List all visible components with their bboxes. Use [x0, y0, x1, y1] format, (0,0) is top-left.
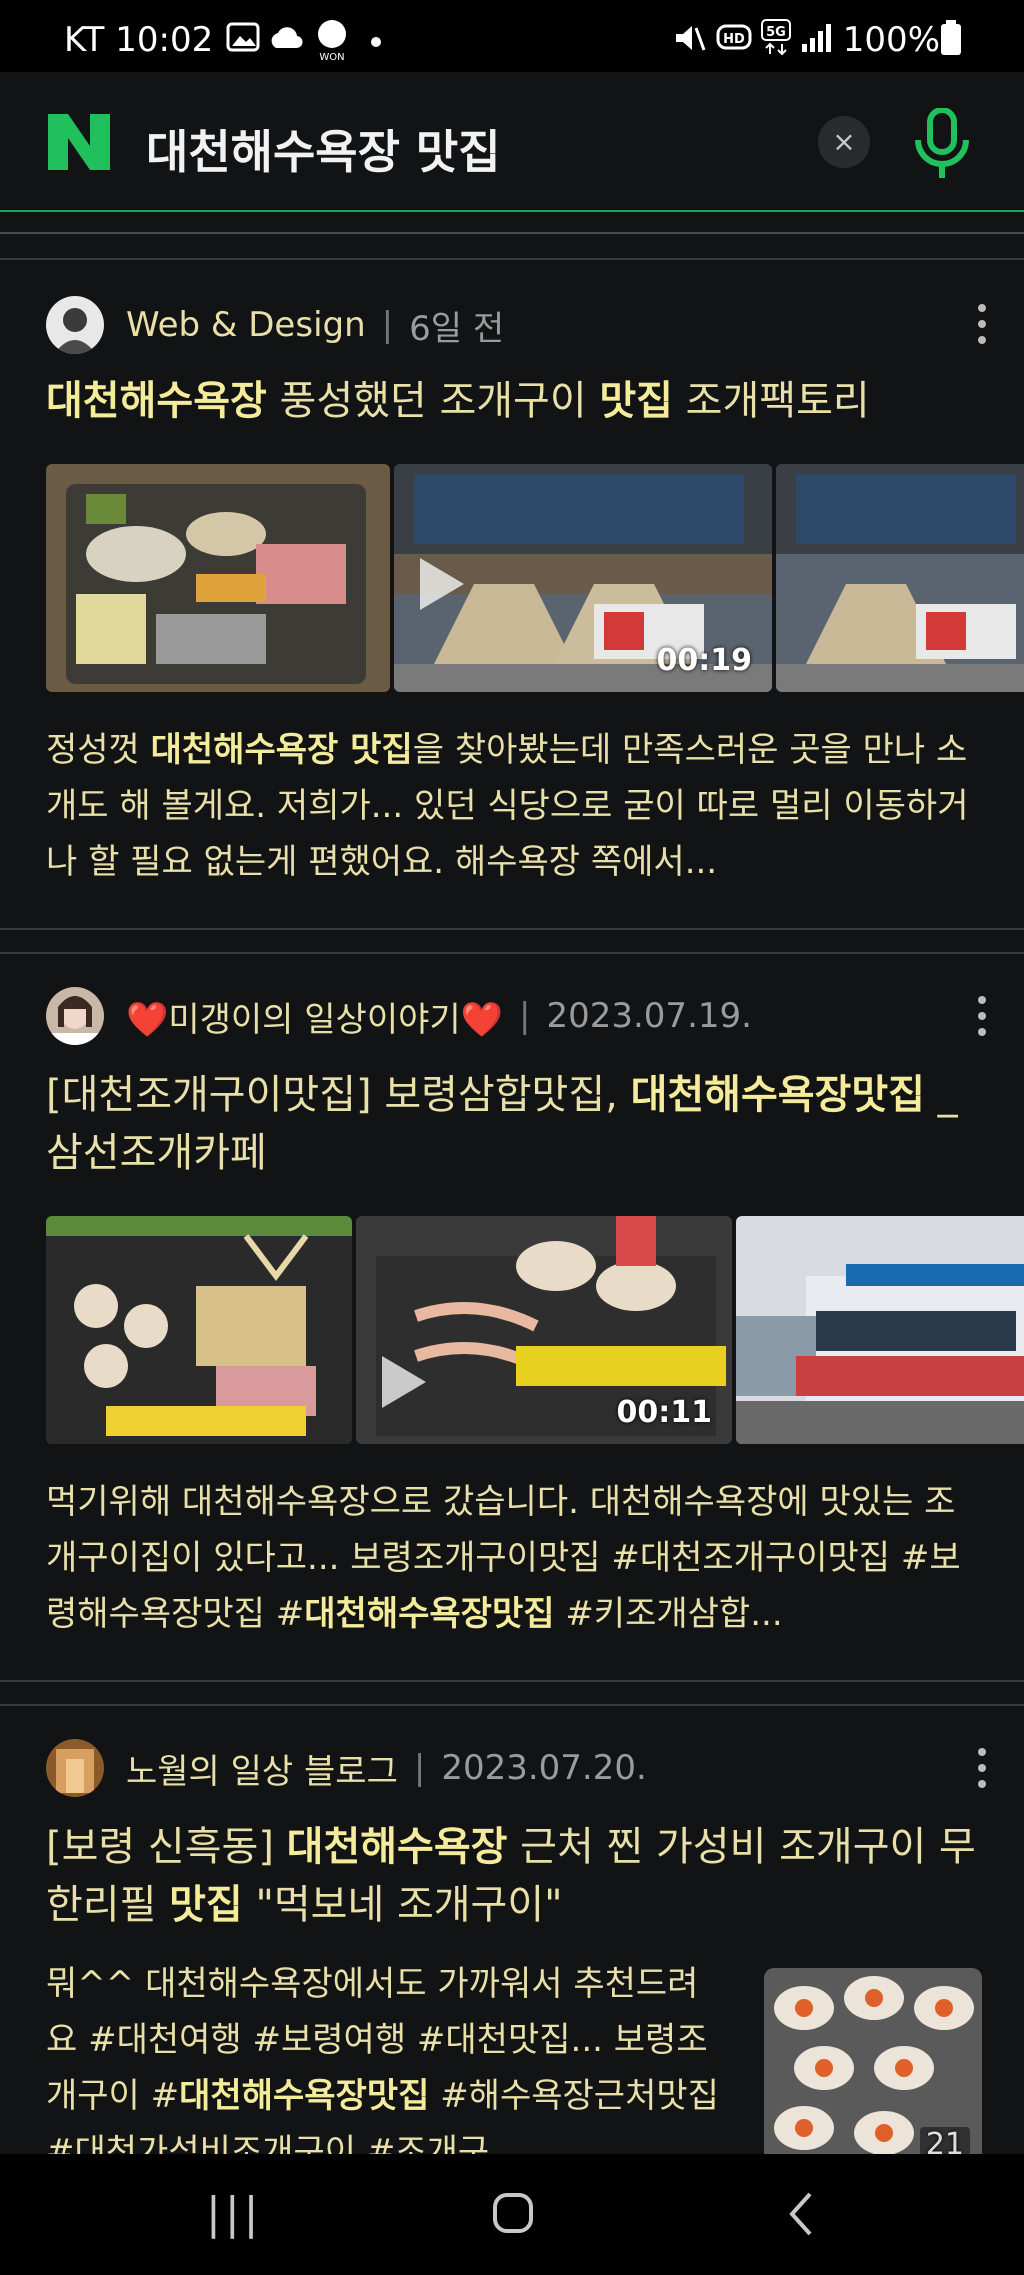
avatar[interactable]	[46, 296, 104, 354]
hd-icon: HD	[716, 24, 752, 50]
thumbnail-image[interactable]	[776, 464, 1024, 692]
video-thumbnail[interactable]: 00:11	[356, 1216, 732, 1444]
avatar[interactable]	[46, 987, 104, 1045]
search-divider	[0, 210, 1024, 212]
video-thumbnail[interactable]: 00:19	[394, 464, 772, 692]
more-options-icon[interactable]	[976, 996, 988, 1036]
author-name[interactable]: ❤️미갱이의 일상이야기❤️	[126, 992, 503, 1041]
gallery-icon	[226, 22, 260, 52]
title-text: 풍성했던 조개구이	[266, 378, 600, 424]
post-meta: 노월의 일상 블로그 | 2023.07.20.	[46, 1738, 647, 1798]
title-text: [보령 신흑동]	[46, 1824, 287, 1870]
cloud-icon	[271, 27, 303, 49]
more-options-icon[interactable]	[976, 304, 988, 344]
author-name[interactable]: 노월의 일상 블로그	[126, 1744, 398, 1793]
more-options-icon[interactable]	[976, 1748, 988, 1788]
thumbnail-image[interactable]	[46, 1216, 352, 1444]
svg-text:5G: 5G	[766, 25, 786, 40]
post-title[interactable]: [대천조개구이맛집] 보령삼합맛집, 대천해수욕장맛집 _ 삼선조개카페	[46, 1066, 984, 1182]
svg-text:WON: WON	[319, 52, 344, 62]
status-bar: KT 10:02 WON HD 5G 100%	[0, 0, 1024, 72]
meta-separator: |	[413, 1748, 426, 1788]
title-highlight: 대천해수욕장	[46, 378, 267, 424]
snippet-text: #키조개삼합...	[554, 1594, 783, 1634]
thumbnail-image[interactable]	[736, 1216, 1024, 1444]
thumbnail-image[interactable]: 21	[764, 1968, 982, 2154]
signal-icon	[802, 24, 831, 52]
svg-text:HD: HD	[723, 32, 745, 47]
title-highlight: 맛집	[169, 1882, 243, 1928]
author-name[interactable]: Web & Design	[126, 305, 366, 345]
video-duration: 00:19	[656, 643, 753, 678]
post-meta: ❤️미갱이의 일상이야기❤️ | 2023.07.19.	[46, 986, 752, 1046]
title-highlight: 대천해수욕장	[286, 1824, 508, 1870]
post-date: 2023.07.19.	[546, 996, 752, 1036]
title-text: "먹보네 조개구이"	[242, 1882, 563, 1928]
post-title[interactable]: [보령 신흑동] 대천해수욕장 근처 찐 가성비 조개구이 무한리필 맛집 "먹…	[46, 1818, 984, 1934]
divider	[0, 232, 1024, 234]
divider	[0, 952, 1024, 954]
divider	[0, 928, 1024, 930]
search-input[interactable]: 대천해수욕장 맛집	[146, 116, 501, 182]
post-meta: Web & Design | 6일 전	[46, 295, 504, 355]
thumbnail-image[interactable]	[46, 464, 390, 692]
title-text: 조개팩토리	[672, 378, 870, 424]
snippet-highlight: 대천해수욕장맛집	[304, 1594, 555, 1634]
naver-logo[interactable]	[48, 114, 110, 170]
snippet-highlight: 대천해수욕장 맛집	[150, 730, 413, 770]
divider	[0, 1704, 1024, 1706]
image-count-badge: 21	[919, 2127, 970, 2154]
snippet-highlight: 대천해수욕장맛집	[179, 2076, 430, 2116]
home-button[interactable]	[492, 2192, 534, 2234]
mute-icon	[676, 26, 706, 51]
recent-apps-button[interactable]: |||	[206, 2188, 262, 2239]
status-time: KT 10:02	[64, 20, 214, 60]
5g-icon: 5G	[761, 19, 791, 56]
play-icon	[382, 1356, 426, 1408]
post-snippet[interactable]: 먹기위해 대천해수욕장으로 갔습니다. 대천해수욕장에 맛있는 조개구이집이 있…	[46, 1474, 984, 1642]
won-icon: WON	[318, 20, 346, 62]
mic-icon[interactable]	[912, 108, 972, 180]
play-icon	[420, 558, 464, 610]
avatar[interactable]	[46, 1739, 104, 1797]
divider	[0, 258, 1024, 260]
post-date: 6일 전	[409, 308, 505, 349]
meta-separator: |	[519, 996, 531, 1036]
post-title[interactable]: 대천해수욕장 풍성했던 조개구이 맛집 조개팩토리	[46, 372, 984, 430]
title-highlight: 맛집	[599, 378, 673, 424]
video-duration: 00:11	[616, 1395, 713, 1430]
battery-icon	[941, 20, 961, 55]
clear-search-button[interactable]: ×	[818, 116, 870, 168]
dot-icon	[371, 37, 381, 47]
title-text: [대천조개구이맛집] 보령삼합맛집,	[46, 1072, 631, 1118]
divider	[0, 1680, 1024, 1682]
post-date: 2023.07.20.	[441, 1748, 647, 1788]
search-bar: 대천해수욕장 맛집 ×	[0, 72, 1024, 210]
back-button[interactable]	[786, 2190, 814, 2238]
post-snippet[interactable]: 정성껏 대천해수욕장 맛집을 찾아봤는데 만족스러운 곳을 만나 소개도 해 볼…	[46, 722, 984, 890]
post-snippet[interactable]: 뭐^^ 대천해수욕장에서도 가까워서 추천드려요 #대천여행 #보령여행 #대천…	[46, 1956, 724, 2154]
meta-separator: |	[381, 305, 394, 345]
navigation-bar: |||	[0, 2154, 1024, 2275]
snippet-text: 정성껏	[46, 730, 151, 770]
title-highlight: 대천해수욕장맛집	[630, 1072, 925, 1118]
battery-percent: 100%	[842, 20, 940, 60]
